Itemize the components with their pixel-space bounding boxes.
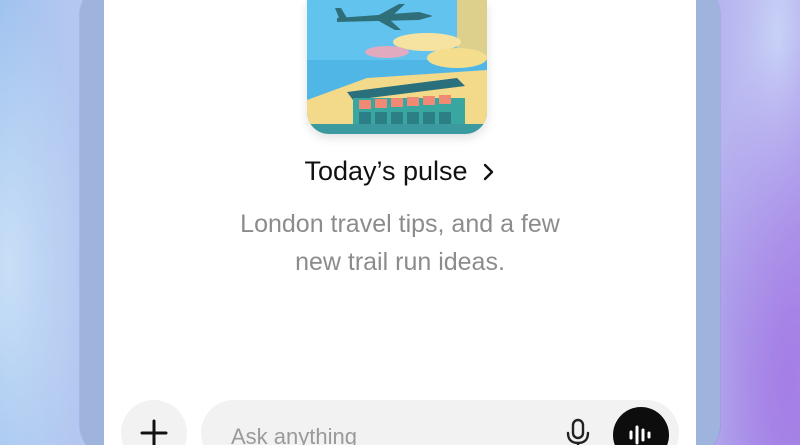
todays-pulse-link[interactable]: Today’s pulse xyxy=(304,156,495,187)
pulse-subtitle-line: London travel tips, and a few xyxy=(240,210,560,238)
pulse-title: Today’s pulse xyxy=(304,156,468,186)
background-glow-left xyxy=(0,0,90,445)
microphone-button[interactable] xyxy=(563,418,593,445)
plus-icon xyxy=(140,419,168,445)
voice-waveform-icon xyxy=(629,425,651,445)
message-composer xyxy=(201,400,679,445)
pulse-subtitle-line: new trail run ideas. xyxy=(295,248,505,276)
pulse-title-row: Today’s pulse xyxy=(104,156,696,187)
pulse-illustration[interactable] xyxy=(307,0,487,134)
travel-illustration-image xyxy=(307,0,487,134)
app-screen: Today’s pulse London travel tips, and a … xyxy=(104,0,696,445)
add-attachment-button[interactable] xyxy=(121,400,187,445)
microphone-icon xyxy=(566,418,590,445)
voice-mode-button[interactable] xyxy=(613,407,669,445)
pulse-subtitle: London travel tips, and a few new trail … xyxy=(104,205,696,281)
chevron-right-icon xyxy=(483,163,493,180)
ask-input[interactable] xyxy=(231,422,531,445)
